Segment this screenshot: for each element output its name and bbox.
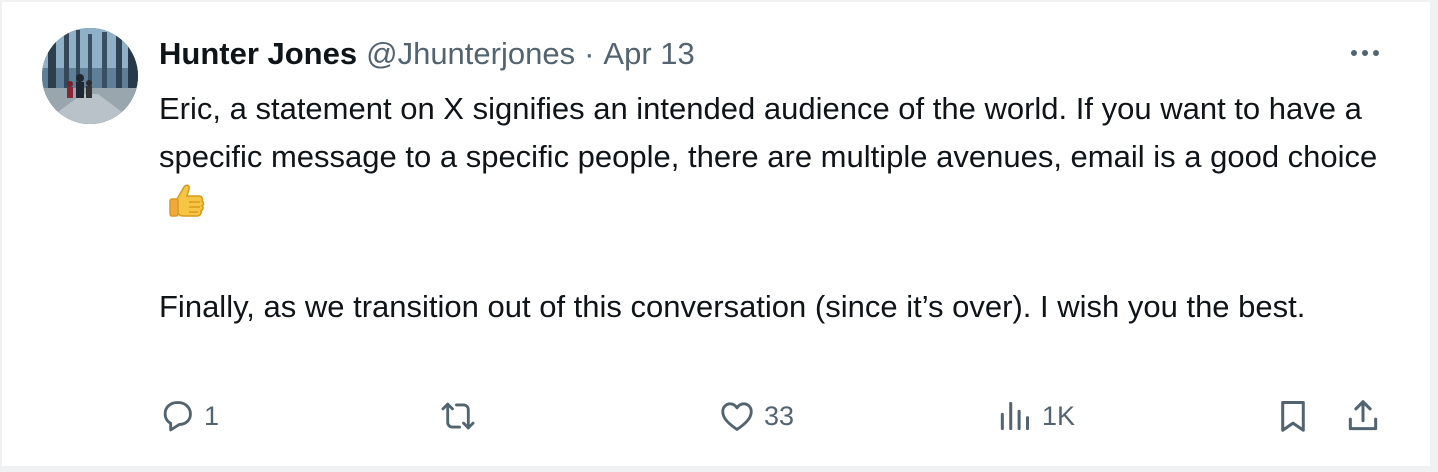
post-paragraph: Eric, a statement on X signifies an inte… — [159, 85, 1379, 235]
post-date[interactable]: Apr 13 — [603, 32, 694, 76]
views-chart-icon — [996, 397, 1034, 435]
tweet-card[interactable]: Hunter Jones @Jhunterjones · Apr 13 Eric… — [2, 2, 1430, 466]
reply-icon — [158, 397, 196, 435]
action-bar: 1 33 1K — [2, 396, 1430, 436]
reply-button[interactable]: 1 — [158, 396, 219, 436]
avatar[interactable] — [42, 28, 138, 124]
like-count: 33 — [764, 400, 795, 431]
views-count: 1K — [1042, 400, 1076, 431]
bookmark-button[interactable] — [1274, 396, 1312, 436]
heart-icon — [718, 397, 756, 435]
post-header: Hunter Jones @Jhunterjones · Apr 13 — [159, 32, 695, 76]
share-button[interactable] — [1344, 396, 1382, 436]
like-button[interactable]: 33 — [718, 396, 794, 436]
more-options-button[interactable] — [1344, 36, 1386, 70]
bookmark-icon — [1274, 397, 1312, 435]
views-button[interactable]: 1K — [996, 396, 1075, 436]
separator-dot: · — [584, 36, 595, 71]
reply-count: 1 — [204, 400, 220, 431]
display-name[interactable]: Hunter Jones — [159, 32, 357, 76]
thumbs-up-icon — [167, 181, 207, 235]
post-text: Eric, a statement on X signifies an inte… — [159, 85, 1379, 331]
repost-button[interactable] — [438, 396, 486, 436]
repost-icon — [438, 397, 478, 435]
share-icon — [1344, 397, 1382, 435]
post-paragraph: Finally, as we transition out of this co… — [159, 289, 1306, 324]
user-handle[interactable]: @Jhunterjones — [366, 32, 575, 76]
more-horizontal-icon — [1351, 50, 1357, 56]
